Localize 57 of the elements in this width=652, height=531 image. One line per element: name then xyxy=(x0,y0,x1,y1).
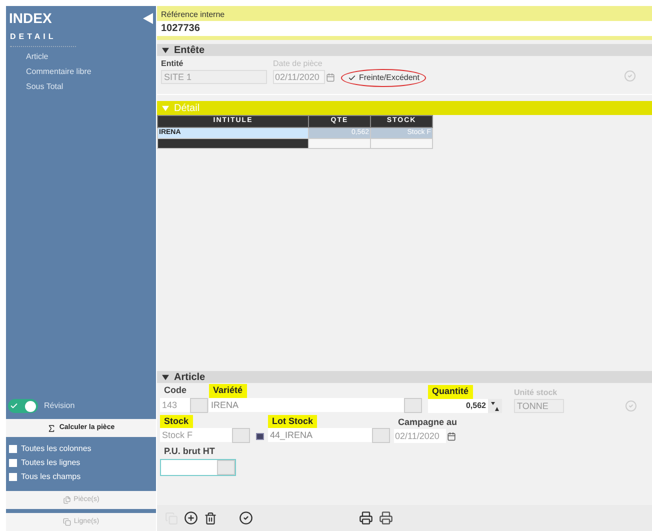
field-label: Campagne au xyxy=(397,416,458,429)
lookup-button[interactable] xyxy=(404,398,422,412)
checkmark[interactable] xyxy=(348,74,356,82)
field-label: Code xyxy=(163,384,188,397)
field-label: Lot Stock xyxy=(268,414,318,428)
checkbox[interactable] xyxy=(9,473,17,481)
sidebar-title: INDEX xyxy=(9,9,52,28)
lookup-button[interactable] xyxy=(372,428,390,443)
print-preview-icon[interactable] xyxy=(379,511,393,525)
sidebar-link[interactable]: Commentaire libre xyxy=(26,66,92,78)
checkbox[interactable] xyxy=(9,445,17,453)
lookup-button[interactable] xyxy=(190,398,208,412)
date-field[interactable]: 02/11/2020 xyxy=(273,70,325,84)
section-heading: DETAIL xyxy=(10,31,76,47)
sidebar-link[interactable]: Article xyxy=(26,51,48,63)
variety-field[interactable]: IRENA xyxy=(209,398,404,412)
lookup-button[interactable] xyxy=(232,428,250,443)
field-label: Stock xyxy=(160,414,193,428)
checkbox[interactable] xyxy=(9,459,17,467)
triangle-icon[interactable] xyxy=(162,46,169,54)
copy-icon xyxy=(62,518,71,526)
documents-icon xyxy=(62,496,71,504)
field-label: P.U. brut HT xyxy=(163,445,216,458)
lookup-button[interactable] xyxy=(217,460,235,474)
picture-icon[interactable] xyxy=(256,433,264,440)
stock-field[interactable]: Stock F xyxy=(160,428,232,442)
check-icon xyxy=(10,402,18,410)
validate-icon[interactable] xyxy=(239,511,253,525)
field-label: Variété xyxy=(209,384,247,398)
section-header[interactable]: Article xyxy=(157,371,652,383)
field-label: Quantité xyxy=(428,385,473,398)
sidebar-link[interactable]: Sous Total xyxy=(26,81,64,93)
trash-icon[interactable] xyxy=(204,512,217,524)
triangle-icon[interactable] xyxy=(162,374,169,380)
toggle-switch[interactable] xyxy=(8,399,38,413)
unit-field[interactable]: TONNE xyxy=(514,398,564,412)
add-icon[interactable] xyxy=(184,511,198,525)
toggle-label: Révision xyxy=(44,400,75,412)
campaign-date-field[interactable]: 02/11/2020 xyxy=(394,429,446,443)
checkbox-label: Toutes les colonnes xyxy=(21,443,92,455)
price-field[interactable] xyxy=(160,458,236,476)
lot-field[interactable]: 44_IRENA xyxy=(268,428,372,442)
entity-field[interactable]: SITE 1 xyxy=(161,70,267,84)
reference-field[interactable]: 1027736 xyxy=(157,21,652,36)
quantity-field[interactable]: 0,562 xyxy=(428,398,488,412)
calendar-icon[interactable] xyxy=(447,432,456,440)
field-label: Référence interne xyxy=(160,9,226,21)
spinner-icon[interactable] xyxy=(488,398,502,412)
checkbox-label: Tous les champs xyxy=(21,471,81,483)
sigma-icon xyxy=(47,424,56,432)
code-field[interactable]: 143 xyxy=(160,398,190,412)
field-label: Entité xyxy=(161,58,184,70)
section-header[interactable]: Entête xyxy=(157,44,652,56)
collapse-arrow-icon[interactable] xyxy=(143,13,153,24)
checkbox-label: Freinte/Excédent xyxy=(359,72,420,84)
printer-icon[interactable] xyxy=(359,511,373,525)
checkbox-label: Toutes les lignes xyxy=(21,457,80,469)
